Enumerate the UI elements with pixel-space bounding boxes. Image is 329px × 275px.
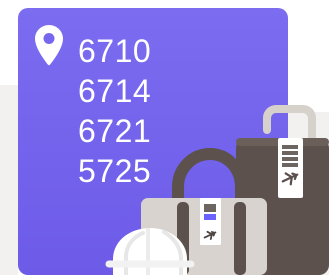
location-code-1: 6710 [78, 33, 152, 69]
location-code-2: 6714 [78, 73, 152, 109]
luggage-location-card-scene: 6710 6714 6721 5725 [0, 0, 329, 275]
location-code-list: 6710 6714 6721 5725 [78, 31, 151, 191]
location-code-3: 6721 [78, 113, 152, 149]
location-pin-icon [35, 25, 63, 66]
location-code-4: 5725 [78, 153, 152, 189]
